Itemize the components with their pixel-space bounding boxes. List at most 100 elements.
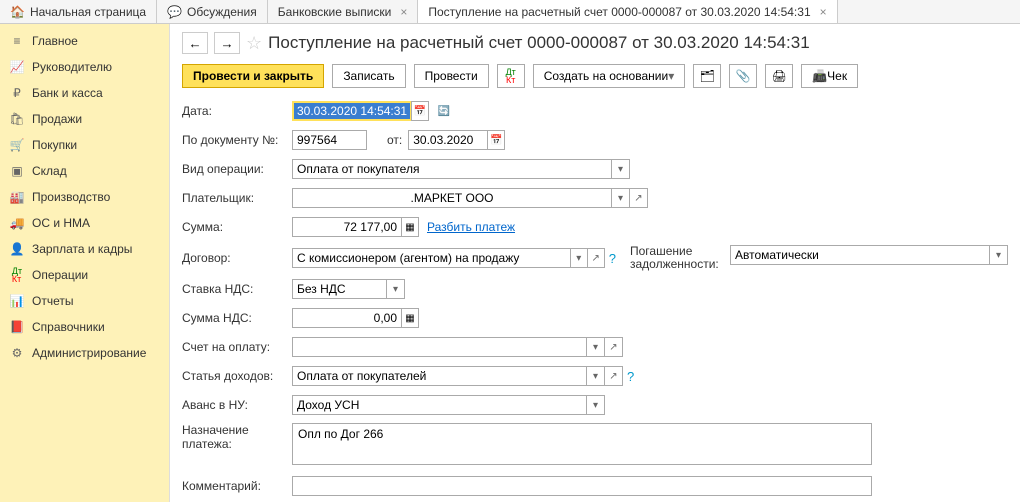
sidebar-item-refs[interactable]: 📕Справочники <box>0 314 169 340</box>
sidebar-label: Продажи <box>32 112 82 126</box>
forward-button[interactable]: → <box>214 32 240 54</box>
docnum-label: По документу №: <box>182 133 292 147</box>
purpose-textarea[interactable] <box>292 423 872 465</box>
dropdown-icon[interactable]: ▾ <box>587 395 605 415</box>
sidebar: ≡ Главное 📈Руководителю ₽Банк и касса 🛍 Пр… <box>0 24 170 502</box>
income-label: Статья доходов: <box>182 369 292 383</box>
contract-label: Договор: <box>182 251 292 265</box>
dropdown-icon[interactable]: ▾ <box>587 366 605 386</box>
calc-icon[interactable]: ▦ <box>401 308 419 328</box>
bars-icon: 📊 <box>10 294 24 308</box>
write-button[interactable]: Записать <box>332 64 405 88</box>
payer-input[interactable] <box>292 188 612 208</box>
post-button[interactable]: Провести <box>414 64 489 88</box>
gear-icon: ⚙ <box>10 346 24 360</box>
docdate-input[interactable] <box>408 130 488 150</box>
sidebar-label: Зарплата и кадры <box>32 242 132 256</box>
attach-button[interactable]: 📎 <box>729 64 757 88</box>
open-icon[interactable]: ↗ <box>605 366 623 386</box>
sidebar-label: Главное <box>32 34 78 48</box>
tab-label: Начальная страница <box>30 5 146 19</box>
sidebar-item-purchases[interactable]: 🛒Покупки <box>0 132 169 158</box>
advance-input[interactable] <box>292 395 587 415</box>
calendar-icon[interactable]: 📅 <box>411 101 429 121</box>
tab-home[interactable]: 🏠 Начальная страница <box>0 0 157 23</box>
purpose-label: Назначение платежа: <box>182 423 292 451</box>
tab-discuss[interactable]: 💬 Обсуждения <box>157 0 268 23</box>
date-input[interactable] <box>292 101 412 121</box>
cart-icon: 🛒 <box>10 138 24 152</box>
open-icon[interactable]: ↗ <box>605 337 623 357</box>
dtkt-button[interactable]: ДтКт <box>497 64 525 88</box>
vatrate-input[interactable] <box>292 279 387 299</box>
home-icon: 🏠 <box>10 5 25 19</box>
sidebar-item-os[interactable]: 🚚 ОС и НМА <box>0 210 169 236</box>
optype-label: Вид операции: <box>182 162 292 176</box>
income-input[interactable] <box>292 366 587 386</box>
toolbar: Провести и закрыть Записать Провести ДтК… <box>182 64 1008 88</box>
amount-input[interactable] <box>292 217 402 237</box>
open-icon[interactable]: ↗ <box>630 188 648 208</box>
date-label: Дата: <box>182 104 292 118</box>
help-icon[interactable]: ? <box>609 251 616 266</box>
calc-icon[interactable]: ▦ <box>401 217 419 237</box>
tab-bank[interactable]: Банковские выписки × <box>268 0 419 23</box>
top-tabs: 🏠 Начальная страница 💬 Обсуждения Банков… <box>0 0 1020 24</box>
split-link[interactable]: Разбить платеж <box>427 220 515 234</box>
refresh-icon[interactable]: 🔄 <box>435 101 453 121</box>
dropdown-icon[interactable]: ▾ <box>990 245 1008 265</box>
invoice-input[interactable] <box>292 337 587 357</box>
check-button[interactable]: 📠 Чек <box>801 64 858 88</box>
sidebar-item-reports[interactable]: 📊Отчеты <box>0 288 169 314</box>
person-icon: 👤 <box>10 242 24 256</box>
menu-icon: ≡ <box>10 34 24 48</box>
sidebar-item-operations[interactable]: ДтКт Операции <box>0 262 169 288</box>
sidebar-label: Банк и касса <box>32 86 103 100</box>
dropdown-icon[interactable]: ▾ <box>587 337 605 357</box>
invoice-label: Счет на оплату: <box>182 340 292 354</box>
contract-input[interactable] <box>292 248 571 268</box>
sidebar-item-production[interactable]: 🏭Производство <box>0 184 169 210</box>
print-button[interactable]: 🖨 <box>765 64 793 88</box>
sidebar-label: Руководителю <box>32 60 112 74</box>
sidebar-item-bank[interactable]: ₽Банк и касса <box>0 80 169 106</box>
star-icon[interactable]: ☆ <box>246 33 262 54</box>
docnum-input[interactable] <box>292 130 367 150</box>
truck-icon: 🚚 <box>10 216 24 230</box>
help-icon[interactable]: ? <box>627 369 634 384</box>
dropdown-icon[interactable]: ▾ <box>612 188 630 208</box>
sidebar-label: Склад <box>32 164 67 178</box>
close-icon[interactable]: × <box>400 5 407 19</box>
sidebar-label: Администрирование <box>32 346 146 360</box>
comment-input[interactable] <box>292 476 872 496</box>
post-close-button[interactable]: Провести и закрыть <box>182 64 324 88</box>
tab-label: Поступление на расчетный счет 0000-00008… <box>428 5 810 19</box>
dropdown-icon[interactable]: ▾ <box>612 159 630 179</box>
debt-input[interactable] <box>730 245 990 265</box>
vatrate-label: Ставка НДС: <box>182 282 292 296</box>
dtkt-icon: ДтКт <box>10 268 24 282</box>
close-icon[interactable]: × <box>820 5 827 19</box>
optype-input[interactable] <box>292 159 612 179</box>
box-icon: ▣ <box>10 164 24 178</box>
vatsum-input[interactable] <box>292 308 402 328</box>
back-button[interactable]: ← <box>182 32 208 54</box>
calendar-icon[interactable]: 📅 <box>487 130 505 150</box>
create-based-button[interactable]: Создать на основании <box>533 64 686 88</box>
sidebar-item-sales[interactable]: 🛍 Продажи <box>0 106 169 132</box>
debt-label: Погашение задолженности: <box>630 245 730 271</box>
sidebar-item-manager[interactable]: 📈Руководителю <box>0 54 169 80</box>
registry-button[interactable]: 🗂 <box>693 64 721 88</box>
open-icon[interactable]: ↗ <box>588 248 605 268</box>
sidebar-label: ОС и НМА <box>32 216 90 230</box>
sidebar-item-main[interactable]: ≡ Главное <box>0 28 169 54</box>
bag-icon: 🛍 <box>10 112 24 126</box>
dropdown-icon[interactable]: ▾ <box>387 279 405 299</box>
tab-doc[interactable]: Поступление на расчетный счет 0000-00008… <box>418 0 837 23</box>
sidebar-item-admin[interactable]: ⚙ Администрирование <box>0 340 169 366</box>
from-label: от: <box>387 133 402 147</box>
sidebar-item-salary[interactable]: 👤 Зарплата и кадры <box>0 236 169 262</box>
sidebar-item-warehouse[interactable]: ▣ Склад <box>0 158 169 184</box>
sidebar-label: Операции <box>32 268 88 282</box>
dropdown-icon[interactable]: ▾ <box>571 248 588 268</box>
